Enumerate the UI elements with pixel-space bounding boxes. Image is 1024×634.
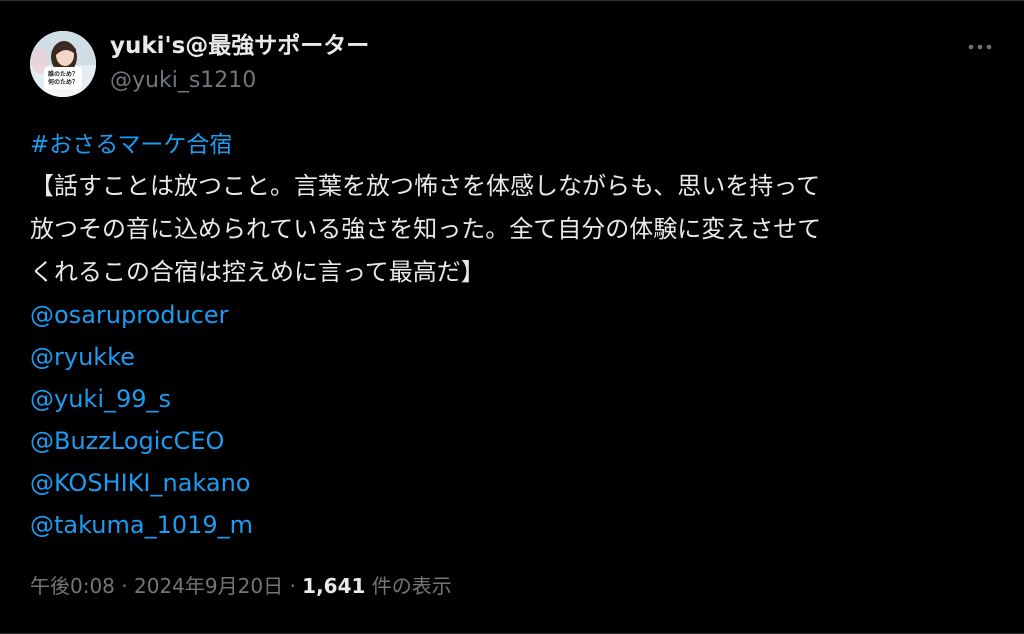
avatar-image: 誰のため？ 何のため？ <box>30 31 96 97</box>
mention-link[interactable]: @BuzzLogicCEO <box>30 420 1000 462</box>
avatar-text-1: 誰のため？ <box>48 70 78 78</box>
avatar-text-2: 何のため？ <box>48 78 78 86</box>
tweet-meta: 午後0:08 · 2024年9月20日 · 1,641 件の表示 <box>30 569 452 603</box>
avatar[interactable]: 誰のため？ 何のため？ <box>30 31 96 97</box>
tweet-text-line: 放つその音に込められている強さを知った。全て自分の体験に変えさせて <box>30 215 822 243</box>
author-display-name[interactable]: yuki's@最強サポーター <box>110 31 369 61</box>
mention-link[interactable]: @KOSHIKI_nakano <box>30 462 1000 504</box>
tweet-date[interactable]: 2024年9月20日 <box>134 574 283 598</box>
more-horizontal-icon <box>968 44 992 50</box>
tweet-text: #おさるマーケ合宿 【話すことは放つこと。言葉を放つ怖さを体感しながらも、思いを… <box>30 125 1000 546</box>
meta-separator: · <box>121 574 128 598</box>
views-count[interactable]: 1,641 <box>302 574 365 598</box>
views-label: 件の表示 <box>371 574 452 598</box>
tweet-text-line: 【話すことは放つこと。言葉を放つ怖さを体感しながらも、思いを持って <box>30 172 821 200</box>
mention-link[interactable]: @osaruproducer <box>30 294 1000 336</box>
mention-link[interactable]: @ryukke <box>30 336 1000 378</box>
mention-link[interactable]: @takuma_1019_m <box>30 504 1000 546</box>
hashtag-link[interactable]: #おさるマーケ合宿 <box>30 125 1000 165</box>
tweet-card[interactable]: 誰のため？ 何のため？ yuki's@最強サポーター @yuki_s1210 #… <box>0 0 1024 634</box>
author-handle[interactable]: @yuki_s1210 <box>110 65 369 97</box>
more-options-button[interactable] <box>960 29 1000 69</box>
mention-link[interactable]: @yuki_99_s <box>30 378 1000 420</box>
tweet-text-line: くれるこの合宿は控えめに言って最高だ】 <box>30 258 485 286</box>
tweet-time[interactable]: 午後0:08 <box>30 574 115 598</box>
author-info: yuki's@最強サポーター @yuki_s1210 <box>110 31 369 97</box>
meta-separator: · <box>289 574 296 598</box>
